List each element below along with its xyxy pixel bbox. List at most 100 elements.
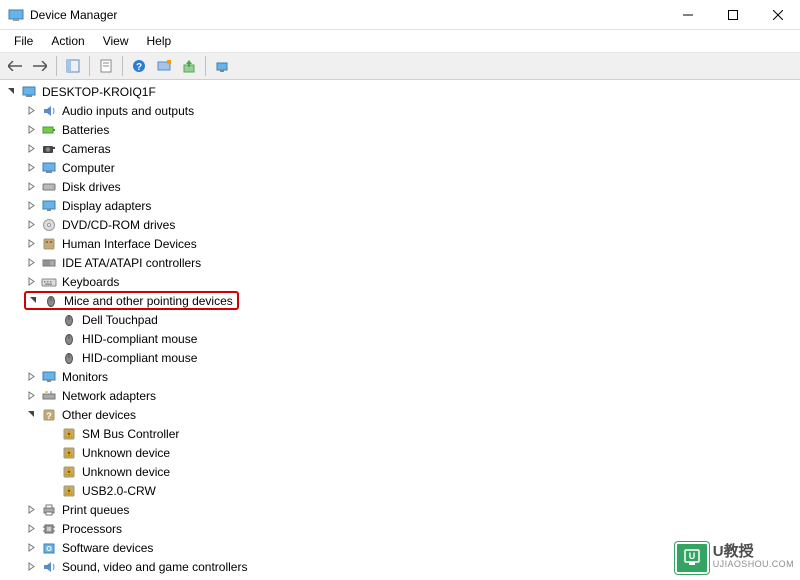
tree-device-node[interactable]: USB2.0-CRW	[0, 481, 800, 500]
expand-toggle[interactable]	[24, 522, 38, 536]
expand-toggle[interactable]	[24, 560, 38, 574]
node-label: HID-compliant mouse	[82, 351, 197, 365]
expand-toggle[interactable]	[24, 218, 38, 232]
app-icon	[8, 7, 24, 23]
warn-icon	[60, 463, 78, 481]
maximize-button[interactable]	[710, 0, 755, 29]
tree-device-node[interactable]: Unknown device	[0, 443, 800, 462]
tree-category-node[interactable]: ?Other devices	[0, 405, 800, 424]
warn-icon	[60, 482, 78, 500]
expand-toggle[interactable]	[24, 370, 38, 384]
printer-icon	[40, 501, 58, 519]
show-hide-tree-button[interactable]	[62, 55, 84, 77]
battery-icon	[40, 121, 58, 139]
tree-category-node[interactable]: Processors	[0, 519, 800, 538]
tree-category-node[interactable]: Network adapters	[0, 386, 800, 405]
tree-device-node[interactable]: Dell Touchpad	[0, 310, 800, 329]
expand-toggle[interactable]	[24, 541, 38, 555]
expand-toggle[interactable]	[24, 123, 38, 137]
node-label: Display adapters	[62, 199, 151, 213]
ide-icon	[40, 254, 58, 272]
tree-category-node[interactable]: Display adapters	[0, 196, 800, 215]
node-label: Audio inputs and outputs	[62, 104, 194, 118]
tree-category-node[interactable]: Monitors	[0, 367, 800, 386]
other-icon: ?	[40, 406, 58, 424]
node-label: Print queues	[62, 503, 129, 517]
expand-toggle[interactable]	[24, 180, 38, 194]
tree-category-node[interactable]: Batteries	[0, 120, 800, 139]
minimize-button[interactable]	[665, 0, 710, 29]
node-label: Processors	[62, 522, 122, 536]
close-button[interactable]	[755, 0, 800, 29]
tree-category-node[interactable]: Audio inputs and outputs	[0, 101, 800, 120]
expand-toggle[interactable]	[24, 237, 38, 251]
collapse-toggle[interactable]	[26, 294, 40, 308]
menu-view[interactable]: View	[95, 32, 137, 50]
expand-toggle[interactable]	[24, 104, 38, 118]
keyboard-icon	[40, 273, 58, 291]
svg-text:?: ?	[136, 62, 142, 73]
tree-category-node[interactable]: Mice and other pointing devices	[0, 291, 800, 310]
expand-toggle[interactable]	[24, 256, 38, 270]
node-label: Unknown device	[82, 446, 170, 460]
expand-toggle[interactable]	[24, 389, 38, 403]
watermark: U U教授 UJIAOSHOU.COM	[675, 542, 794, 574]
expand-toggle[interactable]	[24, 161, 38, 175]
menu-action[interactable]: Action	[43, 32, 92, 50]
mouse-icon	[60, 311, 78, 329]
node-label: Cameras	[62, 142, 111, 156]
network-icon	[40, 387, 58, 405]
mouse-icon	[60, 330, 78, 348]
tree-device-node[interactable]: HID-compliant mouse	[0, 348, 800, 367]
scan-hardware-button[interactable]	[153, 55, 175, 77]
node-label: DESKTOP-KROIQ1F	[42, 85, 156, 99]
tree-category-node[interactable]: Print queues	[0, 500, 800, 519]
tree-device-node[interactable]: HID-compliant mouse	[0, 329, 800, 348]
tree-category-node[interactable]: IDE ATA/ATAPI controllers	[0, 253, 800, 272]
tree-scroll-area[interactable]: DESKTOP-KROIQ1F Audio inputs and outputs B…	[0, 80, 800, 580]
node-label: Batteries	[62, 123, 109, 137]
tree-device-node[interactable]: Unknown device	[0, 462, 800, 481]
node-label: Computer	[62, 161, 115, 175]
expand-toggle[interactable]	[24, 275, 38, 289]
warn-icon	[60, 425, 78, 443]
node-label: IDE ATA/ATAPI controllers	[62, 256, 201, 270]
tree-category-node[interactable]: Computer	[0, 158, 800, 177]
menu-file[interactable]: File	[6, 32, 41, 50]
node-label: Monitors	[62, 370, 108, 384]
camera-icon	[40, 140, 58, 158]
tree-category-node[interactable]: Disk drives	[0, 177, 800, 196]
help-button[interactable]: ?	[128, 55, 150, 77]
node-label: Software devices	[62, 541, 153, 555]
update-driver-button[interactable]	[178, 55, 200, 77]
tree-category-node[interactable]: Human Interface Devices	[0, 234, 800, 253]
properties-button[interactable]	[95, 55, 117, 77]
tree-category-node[interactable]: Keyboards	[0, 272, 800, 291]
tree-category-node[interactable]: Cameras	[0, 139, 800, 158]
svg-text:?: ?	[46, 411, 52, 421]
tree-category-node[interactable]: DVD/CD-ROM drives	[0, 215, 800, 234]
watermark-text: U教授 UJIAOSHOU.COM	[713, 546, 794, 570]
window-title: Device Manager	[30, 8, 665, 22]
toolbar: ?	[0, 52, 800, 80]
collapse-toggle[interactable]	[4, 85, 18, 99]
mouse-icon	[42, 292, 60, 310]
tree-device-node[interactable]: SM Bus Controller	[0, 424, 800, 443]
expand-toggle[interactable]	[24, 199, 38, 213]
node-label: Sound, video and game controllers	[62, 560, 247, 574]
expand-toggle[interactable]	[24, 503, 38, 517]
computer-icon	[20, 83, 38, 101]
toolbar-separator	[89, 56, 90, 76]
watermark-url: UJIAOSHOU.COM	[713, 558, 794, 570]
forward-button[interactable]	[29, 55, 51, 77]
expand-toggle[interactable]	[24, 142, 38, 156]
back-button[interactable]	[4, 55, 26, 77]
menubar: File Action View Help	[0, 30, 800, 52]
collapse-toggle[interactable]	[24, 408, 38, 422]
tree-root-node[interactable]: DESKTOP-KROIQ1F	[0, 82, 800, 101]
uninstall-button[interactable]	[211, 55, 233, 77]
node-label: Human Interface Devices	[62, 237, 197, 251]
menu-help[interactable]: Help	[139, 32, 180, 50]
device-tree: DESKTOP-KROIQ1F Audio inputs and outputs B…	[0, 82, 800, 576]
watermark-brand: U教授	[713, 546, 794, 558]
